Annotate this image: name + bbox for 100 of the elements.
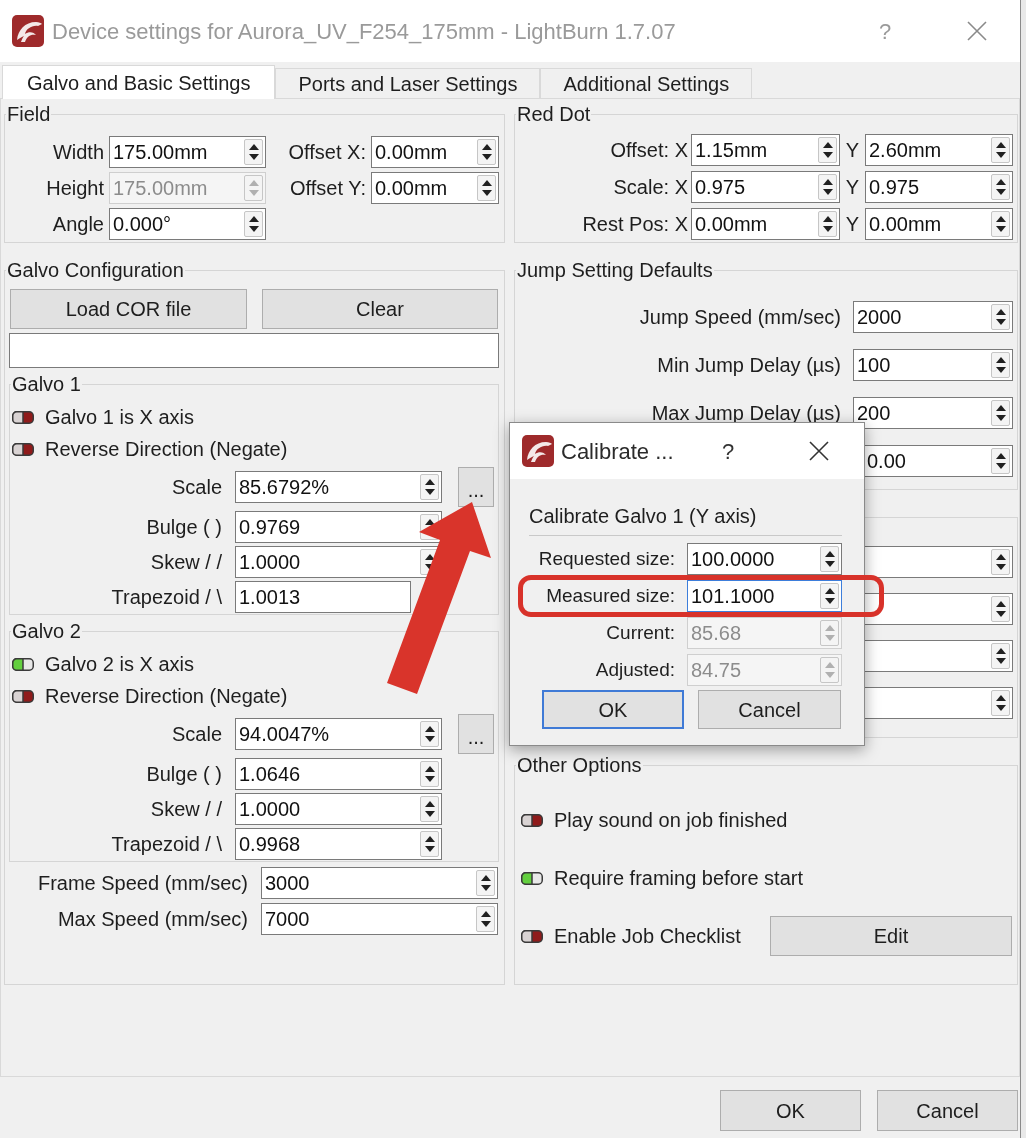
toggle-option[interactable]: Reverse Direction (Negate) <box>12 680 288 712</box>
close-icon <box>967 21 987 41</box>
number-field[interactable]: 3000 <box>261 867 498 899</box>
spin-button[interactable] <box>991 400 1010 426</box>
number-field[interactable]: 1.15mm <box>691 134 840 166</box>
toggle-option[interactable]: Galvo 1 is X axis <box>12 401 194 433</box>
number-field[interactable]: 94.0047% <box>235 718 442 750</box>
number-field[interactable]: 0.975 <box>691 171 840 203</box>
spin-button[interactable] <box>818 211 837 237</box>
field-label: Current: <box>605 621 675 645</box>
spin-button[interactable] <box>420 831 439 857</box>
up-down-arrows-icon <box>995 647 1006 665</box>
spin-button[interactable] <box>991 448 1010 474</box>
tab[interactable]: Additional Settings <box>540 68 753 98</box>
field-label: Scale: X <box>612 175 688 199</box>
number-field[interactable]: 200 <box>853 397 1013 429</box>
spin-button[interactable] <box>991 596 1010 622</box>
spin-button[interactable] <box>420 761 439 787</box>
number-field[interactable]: 0.9968 <box>235 828 442 860</box>
spin-button[interactable] <box>820 546 839 572</box>
toggle-option[interactable]: Reverse Direction (Negate) <box>12 433 288 465</box>
file-path-field[interactable] <box>9 333 499 368</box>
number-field[interactable]: 1.0646 <box>235 758 442 790</box>
ok-button[interactable]: OK <box>720 1090 861 1131</box>
spin-button[interactable] <box>818 174 837 200</box>
spin-button[interactable] <box>818 137 837 163</box>
field-label: Frame Speed (mm/sec) <box>36 871 248 895</box>
up-down-arrows-icon <box>248 143 259 161</box>
axis-label: Y <box>844 212 861 236</box>
spin-button[interactable] <box>244 139 263 165</box>
number-field[interactable]: 0.9769 <box>235 511 442 543</box>
tab[interactable]: Galvo and Basic Settings <box>2 65 276 99</box>
spin-button[interactable] <box>991 352 1010 378</box>
ellipsis-button[interactable]: ... <box>458 467 494 507</box>
number-field[interactable]: 0.00mm <box>865 208 1013 240</box>
spin-button[interactable] <box>991 137 1010 163</box>
spin-button[interactable] <box>820 583 839 609</box>
field-label: Measured size: <box>545 584 675 608</box>
up-down-arrows-icon <box>995 452 1006 470</box>
field-label: Offset: X <box>609 138 688 162</box>
edit-button[interactable]: Edit <box>770 916 1012 956</box>
field-label: Bulge ( ) <box>145 762 222 786</box>
number-field[interactable]: 1.0000 <box>235 793 442 825</box>
section-title: Calibrate Galvo 1 (Y axis) <box>529 505 757 527</box>
number-field[interactable]: 100 <box>853 349 1013 381</box>
spin-button[interactable] <box>476 870 495 896</box>
number-field[interactable]: 0.000° <box>109 208 266 240</box>
spin-button[interactable] <box>477 175 496 201</box>
load-file-button[interactable]: Load COR file <box>10 289 247 329</box>
cancel-button[interactable]: Cancel <box>698 690 841 729</box>
spin-button[interactable] <box>420 796 439 822</box>
up-down-arrows-icon <box>481 143 492 161</box>
number-field[interactable]: 0.975 <box>865 171 1013 203</box>
up-down-arrows-icon <box>824 550 835 568</box>
spin-button[interactable] <box>991 211 1010 237</box>
number-field[interactable]: 85.6792% <box>235 471 442 503</box>
clear-button[interactable]: Clear <box>262 289 498 329</box>
number-field[interactable]: 1.0013 <box>235 581 411 613</box>
up-down-arrows-icon <box>424 725 435 743</box>
help-button[interactable]: ? <box>708 434 748 468</box>
ellipsis-button[interactable]: ... <box>458 714 494 754</box>
number-field[interactable]: 0.00mm <box>371 172 499 204</box>
up-down-arrows-icon <box>824 624 835 642</box>
number-field[interactable]: 7000 <box>261 903 498 935</box>
number-field[interactable]: 2000 <box>853 301 1013 333</box>
number-field[interactable]: 175.00mm <box>109 136 266 168</box>
up-down-arrows-icon <box>995 141 1006 159</box>
axis-label: Y <box>844 138 861 162</box>
spin-button[interactable] <box>991 174 1010 200</box>
spin-button[interactable] <box>420 721 439 747</box>
up-down-arrows-icon <box>822 178 833 196</box>
spin-button[interactable] <box>477 139 496 165</box>
spin-button[interactable] <box>991 304 1010 330</box>
group-title: Galvo 2 <box>11 621 82 642</box>
spin-button[interactable] <box>244 211 263 237</box>
toggle-option[interactable]: Galvo 2 is X axis <box>12 648 194 680</box>
group-title: Jump Setting Defaults <box>516 260 714 281</box>
number-field[interactable]: 2.60mm <box>865 134 1013 166</box>
toggle-option[interactable]: Require framing before start <box>521 862 803 894</box>
spin-button[interactable] <box>991 643 1010 669</box>
number-field[interactable]: 101.1000 <box>687 580 842 612</box>
number-field[interactable]: 0.00mm <box>691 208 840 240</box>
cancel-button[interactable]: Cancel <box>877 1090 1018 1131</box>
tab[interactable]: Ports and Laser Settings <box>275 68 541 98</box>
spin-button[interactable] <box>476 906 495 932</box>
logo-icon <box>12 15 44 47</box>
spin-button[interactable] <box>991 549 1010 575</box>
toggle-option[interactable]: Enable Job Checklist <box>521 920 741 952</box>
number-field[interactable]: 100.0000 <box>687 543 842 575</box>
number-field[interactable]: 0.00mm <box>371 136 499 168</box>
up-down-arrows-icon <box>822 215 833 233</box>
up-down-arrows-icon <box>995 215 1006 233</box>
spin-button[interactable] <box>420 474 439 500</box>
close-icon <box>809 441 829 461</box>
toggle-option[interactable]: Play sound on job finished <box>521 804 788 836</box>
field-label: Offset X: <box>287 140 366 164</box>
field-label: Width <box>51 140 104 164</box>
spin-button[interactable] <box>991 690 1010 716</box>
ok-button[interactable]: OK <box>542 690 684 729</box>
up-down-arrows-icon <box>424 765 435 783</box>
